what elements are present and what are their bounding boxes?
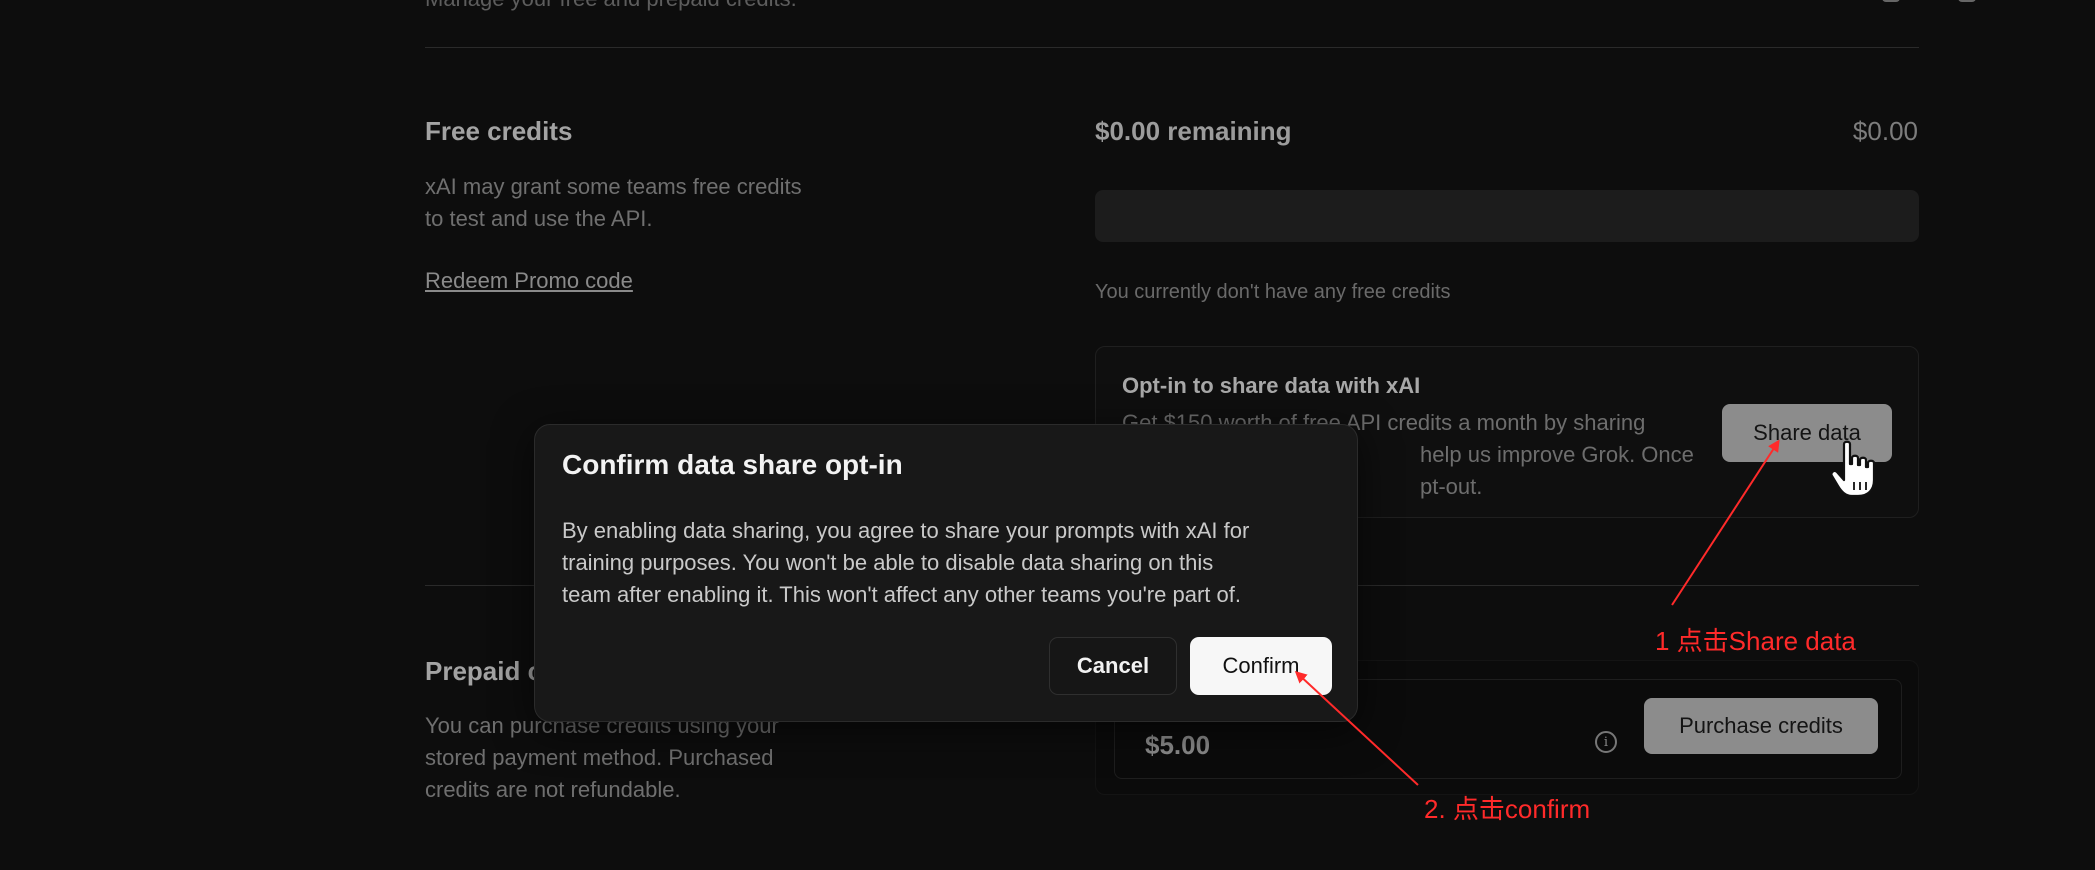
annotation-arrows: [1294, 439, 1780, 786]
arrow-to-confirm: [1294, 670, 1419, 786]
billing-page: Manage your free and prepaid credits. Fr…: [0, 0, 2095, 870]
annotation-step1: 1 点击Share data: [1655, 626, 1856, 656]
arrow-to-share-data: [1671, 439, 1780, 606]
annotation-step2: 2. 点击confirm: [1424, 794, 1591, 824]
